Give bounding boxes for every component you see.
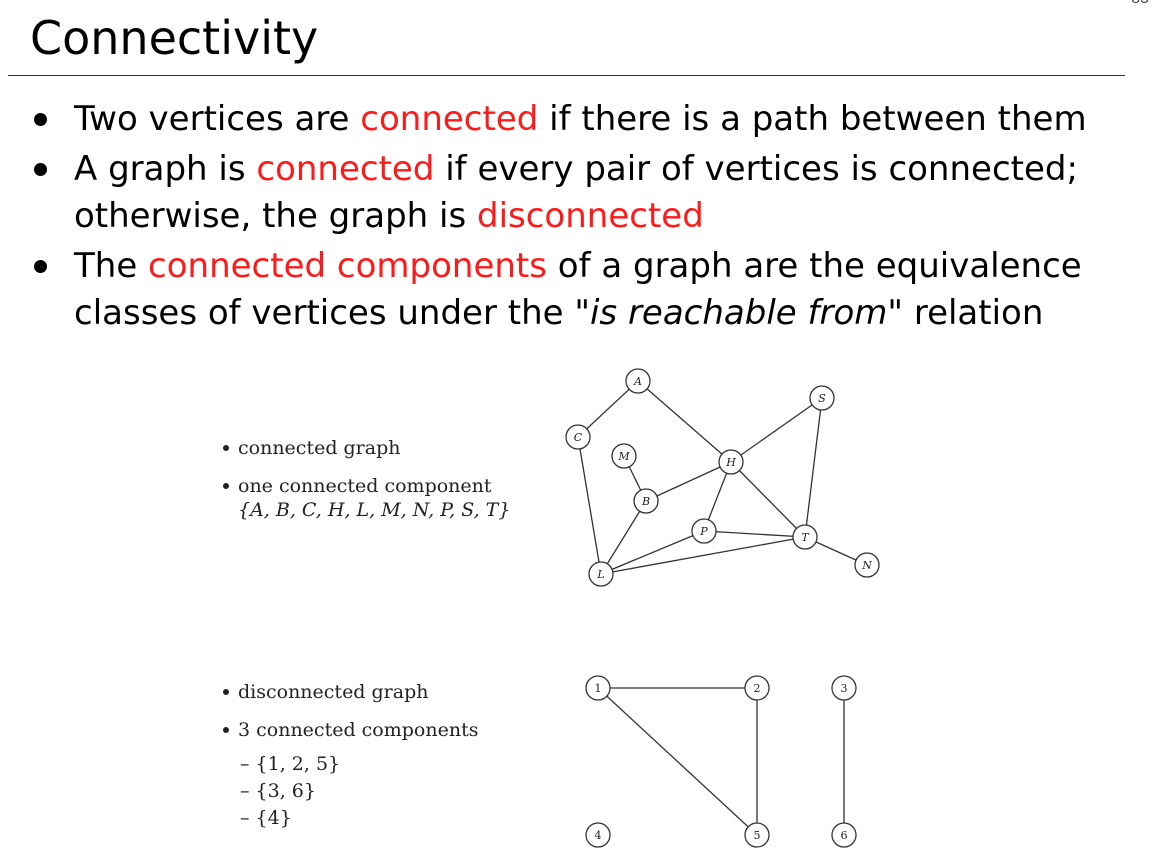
connected-node-label: P [699, 525, 708, 538]
disconnected-node-label: 3 [841, 682, 848, 695]
connected-edge-S-T [804, 397, 823, 538]
connected-edge-C-L [577, 436, 602, 575]
connected-edge-B-L [600, 500, 647, 575]
disconnected-node-label: 5 [754, 829, 761, 842]
disconnected-node-label: 4 [595, 829, 602, 842]
connected-edge-H-S [730, 397, 823, 463]
connected-node-label: H [725, 456, 736, 469]
connected-edge-H-T [730, 461, 806, 538]
disconnected-edge-1-5 [597, 687, 758, 836]
connected-node-label: N [861, 559, 872, 572]
connected-node-label: L [596, 568, 604, 581]
connected-node-label: S [818, 392, 826, 405]
disconnected-node-label: 6 [841, 829, 848, 842]
connected-edge-A-H [637, 380, 732, 463]
connected-node-label: A [633, 375, 642, 388]
graph-diagrams: ACM HSBP TLN1 2 34 5 6 [565, 368, 880, 848]
connected-node-label: C [574, 431, 583, 444]
disconnected-node-label: 1 [595, 682, 602, 695]
connected-node-label: M [617, 450, 630, 463]
disconnected-node-label: 2 [754, 682, 761, 695]
connected-edge-P-L [600, 530, 705, 575]
connected-edge-P-T [703, 530, 806, 538]
connected-node-label: B [641, 495, 650, 508]
